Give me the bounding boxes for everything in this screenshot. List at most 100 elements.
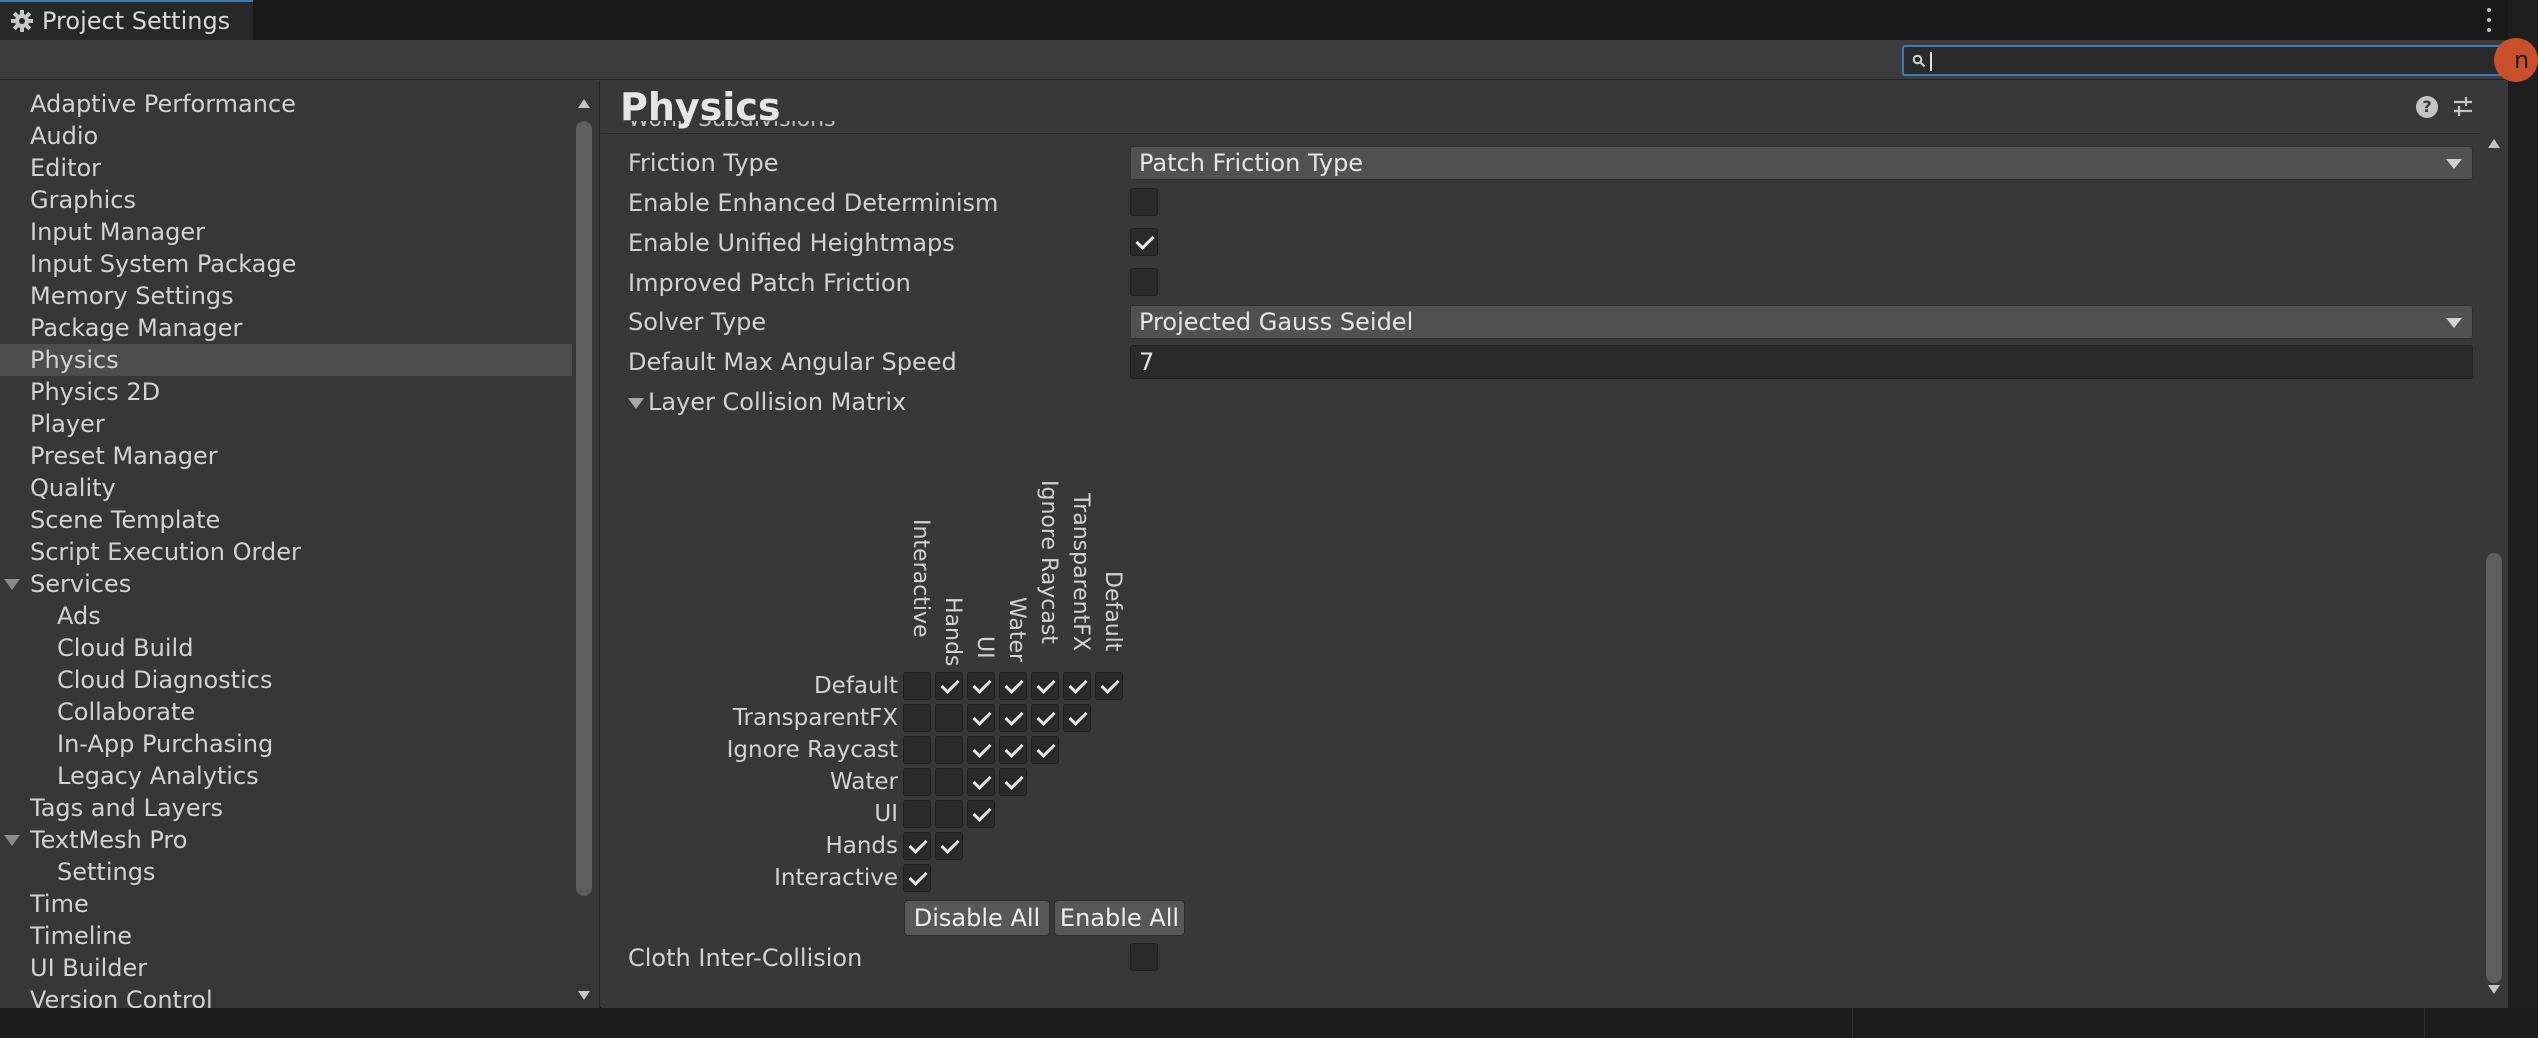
sidebar-item-quality[interactable]: Quality — [0, 472, 572, 504]
sidebar-item-ads[interactable]: Ads — [0, 600, 572, 632]
matrix-collision-checkbox[interactable] — [903, 672, 931, 700]
sidebar-item-ui-builder[interactable]: UI Builder — [0, 952, 572, 984]
matrix-collision-checkbox[interactable] — [1095, 672, 1123, 700]
sidebar-item-version-control[interactable]: Version Control — [0, 984, 572, 1008]
background-area — [2508, 0, 2538, 1008]
sidebar-item-physics-2d[interactable]: Physics 2D — [0, 376, 572, 408]
solver-type-dropdown[interactable]: Projected Gauss Seidel — [1130, 305, 2473, 339]
sidebar-scroll-thumb[interactable] — [576, 121, 592, 896]
matrix-collision-checkbox[interactable] — [935, 736, 963, 764]
unified-heightmaps-checkbox[interactable] — [1130, 228, 1158, 256]
foldout-triangle-icon[interactable] — [4, 579, 20, 590]
matrix-column-label: Default — [1100, 571, 1125, 652]
sidebar-item-collaborate[interactable]: Collaborate — [0, 696, 572, 728]
matrix-collision-checkbox[interactable] — [967, 736, 995, 764]
improved-patch-friction-checkbox[interactable] — [1130, 268, 1158, 296]
sidebar-item-textmesh-pro[interactable]: TextMesh Pro — [0, 824, 572, 856]
matrix-row-label: TransparentFX — [732, 705, 898, 731]
enhanced-determinism-checkbox[interactable] — [1130, 188, 1158, 216]
help-icon[interactable]: ? — [2416, 96, 2438, 118]
sidebar-scrollbar[interactable] — [572, 81, 599, 1008]
matrix-row-label: Water — [830, 769, 898, 795]
matrix-collision-checkbox[interactable] — [999, 704, 1027, 732]
sidebar-item-scene-template[interactable]: Scene Template — [0, 504, 572, 536]
max-angular-speed-field[interactable]: 7 — [1130, 345, 2473, 379]
foldout-triangle-icon[interactable] — [4, 835, 20, 846]
sidebar-item-script-execution-order[interactable]: Script Execution Order — [0, 536, 572, 568]
matrix-collision-checkbox[interactable] — [999, 768, 1027, 796]
main-scrollbar[interactable] — [2480, 81, 2508, 1008]
matrix-row-label: UI — [874, 801, 898, 827]
sidebar-item-legacy-analytics[interactable]: Legacy Analytics — [0, 760, 572, 792]
sidebar-item-input-system-package[interactable]: Input System Package — [0, 248, 572, 280]
matrix-collision-checkbox[interactable] — [967, 672, 995, 700]
sidebar-item-player[interactable]: Player — [0, 408, 572, 440]
sidebar-item-label: Audio — [30, 122, 99, 150]
solver-type-label: Solver Type — [628, 308, 767, 336]
sidebar-item-tags-and-layers[interactable]: Tags and Layers — [0, 792, 572, 824]
scroll-up-arrow-icon[interactable] — [2488, 139, 2500, 148]
tab-project-settings[interactable]: Project Settings — [0, 0, 253, 40]
matrix-collision-checkbox[interactable] — [935, 832, 963, 860]
friction-type-dropdown[interactable]: Patch Friction Type — [1130, 146, 2473, 180]
main-scroll-thumb[interactable] — [2486, 553, 2502, 983]
sidebar-item-input-manager[interactable]: Input Manager — [0, 216, 572, 248]
matrix-collision-checkbox[interactable] — [935, 704, 963, 732]
sidebar-item-cloud-build[interactable]: Cloud Build — [0, 632, 572, 664]
matrix-collision-checkbox[interactable] — [1063, 672, 1091, 700]
matrix-row-label: Interactive — [774, 865, 898, 891]
layer-collision-matrix-foldout[interactable]: Layer Collision Matrix — [628, 382, 906, 422]
search-input[interactable] — [1902, 45, 2503, 76]
scroll-down-arrow-icon[interactable] — [578, 991, 590, 1000]
solver-type-value: Projected Gauss Seidel — [1139, 308, 1414, 336]
sidebar-item-audio[interactable]: Audio — [0, 120, 572, 152]
matrix-collision-checkbox[interactable] — [903, 704, 931, 732]
sidebar-item-label: Memory Settings — [30, 282, 234, 310]
matrix-collision-checkbox[interactable] — [903, 800, 931, 828]
sidebar-item-adaptive-performance[interactable]: Adaptive Performance — [0, 88, 572, 120]
sidebar-item-label: Player — [30, 410, 105, 438]
sidebar-item-editor[interactable]: Editor — [0, 152, 572, 184]
matrix-collision-checkbox[interactable] — [903, 736, 931, 764]
physics-settings-panel: World Subdivisions Physics ? Friction Ty… — [601, 81, 2508, 1008]
matrix-collision-checkbox[interactable] — [935, 768, 963, 796]
cloth-inter-collision-checkbox[interactable] — [1130, 943, 1158, 971]
matrix-collision-checkbox[interactable] — [903, 768, 931, 796]
disable-all-button[interactable]: Disable All — [904, 900, 1050, 936]
enable-all-button[interactable]: Enable All — [1054, 900, 1185, 936]
sidebar-item-time[interactable]: Time — [0, 888, 572, 920]
settings-sidebar: Adaptive Performance Audio Editor Graphics I… — [0, 81, 600, 1008]
matrix-collision-checkbox[interactable] — [935, 800, 963, 828]
matrix-collision-checkbox[interactable] — [1031, 704, 1059, 732]
matrix-collision-checkbox[interactable] — [935, 672, 963, 700]
sidebar-item-memory-settings[interactable]: Memory Settings — [0, 280, 572, 312]
matrix-collision-checkbox[interactable] — [1031, 736, 1059, 764]
matrix-collision-checkbox[interactable] — [903, 864, 931, 892]
enhanced-determinism-label: Enable Enhanced Determinism — [628, 189, 999, 217]
scroll-down-arrow-icon[interactable] — [2488, 985, 2500, 994]
sidebar-item-package-manager[interactable]: Package Manager — [0, 312, 572, 344]
sidebar-item-cloud-diagnostics[interactable]: Cloud Diagnostics — [0, 664, 572, 696]
sidebar-item-timeline[interactable]: Timeline — [0, 920, 572, 952]
sidebar-item-in-app-purchasing[interactable]: In-App Purchasing — [0, 728, 572, 760]
chevron-down-icon — [2446, 159, 2462, 169]
sidebar-item-services[interactable]: Services — [0, 568, 572, 600]
matrix-collision-checkbox[interactable] — [967, 768, 995, 796]
cloth-inter-collision-label: Cloth Inter-Collision — [628, 944, 863, 972]
avatar[interactable]: n — [2494, 38, 2538, 82]
matrix-collision-checkbox[interactable] — [1063, 704, 1091, 732]
matrix-collision-checkbox[interactable] — [999, 672, 1027, 700]
matrix-collision-checkbox[interactable] — [967, 704, 995, 732]
matrix-collision-checkbox[interactable] — [903, 832, 931, 860]
sidebar-item-preset-manager[interactable]: Preset Manager — [0, 440, 572, 472]
window-menu-kebab-icon[interactable] — [2484, 6, 2494, 34]
search-icon — [1912, 54, 1926, 68]
scroll-up-arrow-icon[interactable] — [578, 99, 590, 108]
sidebar-item-settings[interactable]: Settings — [0, 856, 572, 888]
sidebar-item-graphics[interactable]: Graphics — [0, 184, 572, 216]
sidebar-item-physics[interactable]: Physics — [0, 344, 572, 376]
presets-sliders-icon[interactable] — [2452, 96, 2474, 118]
matrix-collision-checkbox[interactable] — [999, 736, 1027, 764]
matrix-collision-checkbox[interactable] — [1031, 672, 1059, 700]
matrix-collision-checkbox[interactable] — [967, 800, 995, 828]
